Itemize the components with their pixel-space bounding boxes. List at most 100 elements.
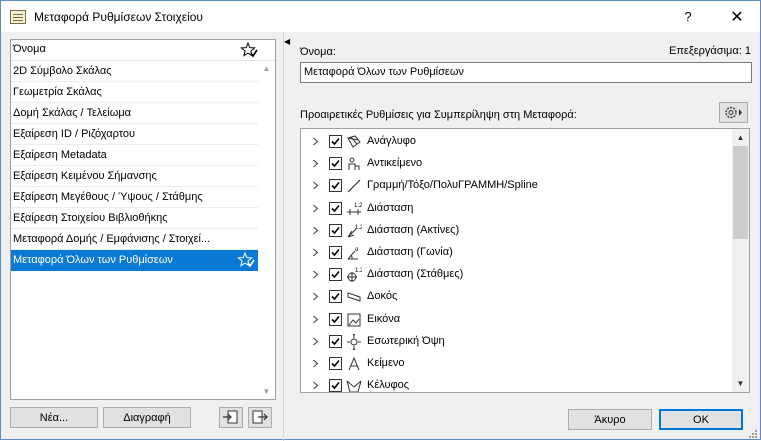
interior-elevation-icon bbox=[347, 333, 361, 350]
beam-icon bbox=[347, 292, 361, 303]
list-item[interactable]: Μεταφορά Δομής / Εμφάνισης / Στοιχεί... bbox=[11, 229, 259, 250]
option-label: Διάσταση (Ακτίνες) bbox=[367, 223, 460, 236]
collapse-arrow-icon[interactable]: ◀ bbox=[284, 37, 290, 46]
option-row[interactable]: 1.2 Διάσταση (Ακτίνες) bbox=[301, 220, 729, 242]
chevron-right-icon[interactable] bbox=[311, 359, 320, 368]
title-bar: Μεταφορά Ρυθμίσεων Στοιχείου ? ✕ bbox=[1, 1, 760, 32]
option-label: Διάσταση (Στάθμες) bbox=[367, 268, 464, 281]
list-item-label: Μεταφορά Δομής / Εμφάνισης / Στοιχεί... bbox=[13, 233, 211, 245]
chevron-right-icon[interactable] bbox=[311, 159, 320, 168]
name-column-header: Όνομα bbox=[13, 43, 46, 55]
import-icon bbox=[223, 410, 238, 424]
chevron-right-icon[interactable] bbox=[311, 315, 320, 324]
list-item[interactable]: Μεταφορά Όλων των Ρυθμίσεων bbox=[11, 250, 259, 271]
list-item[interactable]: Εξαίρεση Μεγέθους / Ύψους / Στάθμης bbox=[11, 187, 259, 208]
shell-icon bbox=[346, 380, 362, 392]
options-scrollbar[interactable]: ▲ ▼ bbox=[732, 129, 749, 392]
scroll-down-icon[interactable]: ▼ bbox=[262, 387, 271, 396]
option-checkbox[interactable] bbox=[329, 290, 342, 304]
scroll-up-icon[interactable]: ▲ bbox=[262, 64, 271, 73]
chevron-right-icon[interactable] bbox=[311, 204, 320, 213]
favorite-star-icon bbox=[237, 251, 255, 268]
favorite-star-icon[interactable] bbox=[240, 41, 258, 59]
picture-icon bbox=[347, 313, 361, 327]
option-checkbox[interactable] bbox=[329, 135, 342, 148]
new-button[interactable]: Νέα... bbox=[10, 407, 98, 428]
list-scrollbar[interactable]: ▲ ▼ bbox=[258, 61, 275, 399]
chevron-right-icon[interactable] bbox=[311, 248, 320, 257]
list-item[interactable]: Εξαίρεση Κειμένου Σήμανσης bbox=[11, 166, 259, 187]
panel-splitter[interactable] bbox=[283, 32, 284, 441]
help-button[interactable]: ? bbox=[665, 1, 711, 32]
option-row[interactable]: Δοκός bbox=[301, 286, 729, 308]
option-row[interactable]: Κέλυφος bbox=[301, 375, 729, 392]
option-checkbox[interactable] bbox=[329, 201, 342, 215]
option-checkbox[interactable] bbox=[329, 334, 342, 348]
level-dimension-icon: 1.2 bbox=[347, 268, 362, 283]
list-item[interactable]: Δομή Σκάλας / Τελείωμα bbox=[11, 103, 259, 124]
close-button[interactable]: ✕ bbox=[714, 1, 760, 32]
list-item[interactable]: Γεωμετρία Σκάλας bbox=[11, 82, 259, 103]
options-settings-button[interactable] bbox=[719, 102, 748, 123]
dialog-window: Μεταφορά Ρυθμίσεων Στοιχείου ? ✕ Όνομα 2… bbox=[0, 0, 761, 441]
option-checkbox[interactable] bbox=[329, 357, 342, 370]
option-label: Δοκός bbox=[367, 290, 398, 303]
list-item-label: Μεταφορά Όλων των Ρυθμίσεων bbox=[13, 254, 173, 266]
option-checkbox[interactable] bbox=[329, 312, 342, 326]
chevron-right-icon[interactable] bbox=[311, 337, 320, 346]
options-label: Προαιρετικές Ρυθμίσεις για Συμπερίληψη σ… bbox=[300, 109, 577, 121]
import-button[interactable] bbox=[219, 407, 243, 428]
option-checkbox[interactable] bbox=[329, 179, 342, 193]
scroll-down-icon[interactable]: ▼ bbox=[736, 379, 745, 388]
option-row[interactable]: Ανάγλυφο bbox=[301, 131, 729, 153]
chevron-right-icon[interactable] bbox=[311, 381, 320, 390]
checkmark-icon bbox=[331, 137, 340, 146]
option-checkbox[interactable] bbox=[329, 157, 342, 171]
chevron-right-icon[interactable] bbox=[311, 270, 320, 279]
option-checkbox[interactable] bbox=[329, 268, 342, 282]
angle-dimension-icon: α bbox=[347, 247, 359, 260]
option-row[interactable]: Γραμμή/Τόξο/ΠολυΓΡΑΜΜΗ/Spline bbox=[301, 175, 729, 197]
scroll-up-icon[interactable]: ▲ bbox=[736, 133, 745, 142]
scroll-thumb[interactable] bbox=[733, 146, 748, 239]
checkmark-icon bbox=[331, 359, 340, 368]
option-row[interactable]: 1.2 Διάσταση bbox=[301, 198, 729, 220]
option-checkbox[interactable] bbox=[329, 246, 342, 259]
checkmark-icon bbox=[331, 204, 340, 212]
delete-button[interactable]: Διαγραφή bbox=[103, 407, 191, 428]
checkmark-icon bbox=[331, 271, 340, 279]
chevron-right-icon[interactable] bbox=[311, 181, 320, 190]
checkmark-icon bbox=[331, 226, 340, 234]
option-row[interactable]: Εσωτερική Όψη bbox=[301, 331, 729, 353]
list-item-label: Εξαίρεση ID / Ριζόχαρτου bbox=[13, 128, 136, 140]
option-label: Διάσταση bbox=[367, 201, 414, 214]
options-tree: Ανάγλυφο Αντικείμενο Γραμμή/Τόξο/ΠολυΓΡΑΜΜ… bbox=[300, 128, 750, 393]
list-item[interactable]: Εξαίρεση ID / Ριζόχαρτου bbox=[11, 124, 259, 145]
option-label: Εσωτερική Όψη bbox=[367, 334, 445, 347]
name-input[interactable]: Μεταφορά Όλων των Ρυθμίσεων bbox=[300, 62, 752, 83]
option-checkbox[interactable] bbox=[329, 223, 342, 237]
chevron-right-icon[interactable] bbox=[311, 226, 320, 235]
editable-count: Επεξεργάσιμα: 1 bbox=[669, 45, 751, 57]
list-item[interactable]: Εξαίρεση Metadata bbox=[11, 145, 259, 166]
option-label: Ανάγλυφο bbox=[367, 135, 417, 147]
option-row[interactable]: α Διάσταση (Γωνία) bbox=[301, 242, 729, 264]
option-row[interactable]: Κείμενο bbox=[301, 353, 729, 375]
list-item-label: Εξαίρεση Μεγέθους / Ύψους / Στάθμης bbox=[13, 191, 203, 203]
export-button[interactable] bbox=[248, 407, 272, 428]
option-row[interactable]: 1.2 Διάσταση (Στάθμες) bbox=[301, 264, 729, 286]
chevron-right-icon[interactable] bbox=[311, 137, 320, 146]
ok-button[interactable]: OK bbox=[659, 409, 743, 430]
checkmark-icon bbox=[331, 248, 340, 257]
chevron-right-icon[interactable] bbox=[311, 292, 320, 301]
checkmark-icon bbox=[331, 382, 340, 390]
cancel-button[interactable]: Άκυρο bbox=[568, 409, 652, 430]
list-item[interactable]: Εξαίρεση Στοιχείου Βιβλιοθήκης bbox=[11, 208, 259, 229]
resize-grip-icon[interactable] bbox=[746, 429, 758, 439]
dimension-icon: 1.2 bbox=[347, 203, 362, 215]
list-item[interactable]: 2D Σύμβολο Σκάλας bbox=[11, 61, 259, 82]
option-row[interactable]: Αντικείμενο bbox=[301, 153, 729, 175]
option-row[interactable]: Εικόνα bbox=[301, 309, 729, 331]
list-item-label: Γεωμετρία Σκάλας bbox=[13, 86, 102, 98]
option-checkbox[interactable] bbox=[329, 379, 342, 392]
